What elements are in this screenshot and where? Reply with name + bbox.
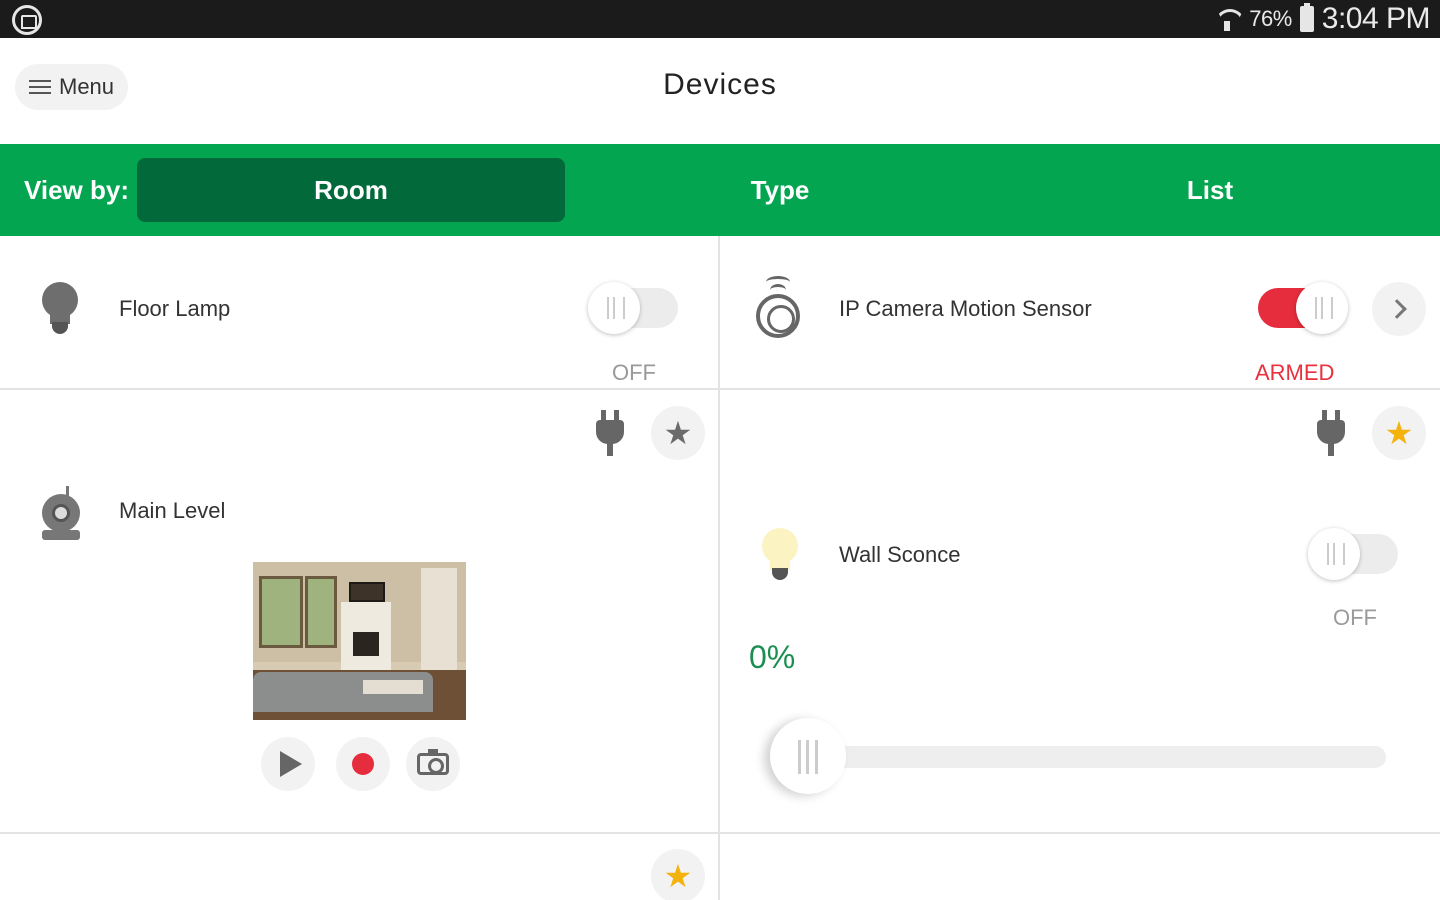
device-state: OFF — [612, 360, 656, 385]
row-divider — [0, 388, 718, 390]
floor-lamp-toggle[interactable] — [588, 282, 678, 334]
snapshot-button[interactable] — [406, 737, 460, 791]
plug-icon[interactable] — [594, 410, 626, 458]
dim-level: 0% — [749, 639, 796, 675]
view-by-label: View by: — [24, 175, 130, 205]
tab-list[interactable]: List — [995, 158, 1425, 222]
app-home-icon — [12, 5, 42, 35]
battery-percent: 76% — [1249, 6, 1292, 31]
play-button[interactable] — [261, 737, 315, 791]
motion-sensor-details-button[interactable] — [1372, 282, 1426, 336]
device-name: Wall Sconce — [839, 542, 961, 567]
row-divider — [0, 832, 718, 834]
bulb-icon — [760, 528, 800, 584]
device-name: IP Camera Motion Sensor — [839, 296, 1092, 321]
motion-sensor-icon — [754, 276, 804, 340]
record-icon — [352, 753, 374, 775]
dimmer-slider-handle[interactable] — [770, 718, 846, 794]
star-icon: ★ — [1384, 415, 1414, 451]
device-name: Main Level — [119, 498, 226, 523]
plug-icon[interactable] — [1315, 410, 1347, 458]
bulb-icon — [40, 282, 80, 338]
chevron-right-icon — [1386, 299, 1407, 319]
device-grid: Floor Lamp OFF IP Camera Motion Sensor A… — [0, 236, 1440, 900]
row-divider — [720, 388, 1440, 390]
tab-room[interactable]: Room — [137, 158, 565, 222]
motion-sensor-arm-toggle[interactable] — [1258, 282, 1348, 334]
camera-snapshot-thumbnail[interactable] — [253, 562, 466, 720]
status-bar: 76% 3:04 PM — [0, 0, 1440, 38]
status-bar-right: 76% 3:04 PM — [1213, 0, 1431, 38]
page-title: Devices — [663, 68, 777, 101]
device-state: ARMED — [1255, 360, 1335, 385]
device-name: Floor Lamp — [119, 296, 231, 321]
tab-type[interactable]: Type — [565, 158, 995, 222]
wall-sconce-toggle[interactable] — [1308, 528, 1398, 580]
device-state: OFF — [1333, 605, 1377, 630]
star-icon: ★ — [663, 415, 693, 451]
favorite-button[interactable]: ★ — [1372, 406, 1426, 460]
app-header: Menu Devices — [0, 38, 1440, 144]
favorite-button[interactable]: ★ — [651, 406, 705, 460]
column-divider — [718, 236, 720, 900]
battery-icon — [1299, 3, 1314, 32]
star-icon: ★ — [663, 858, 693, 894]
status-clock: 3:04 PM — [1321, 2, 1431, 35]
record-button[interactable] — [336, 737, 390, 791]
dimmer-slider-track[interactable] — [800, 746, 1386, 768]
favorite-button[interactable]: ★ — [651, 849, 705, 900]
row-divider — [720, 832, 1440, 834]
view-by-bar: View by: Room Type List — [0, 144, 1440, 236]
camera-snapshot-icon — [417, 749, 449, 775]
play-icon — [280, 751, 302, 777]
wifi-icon — [1213, 5, 1241, 33]
camera-icon — [40, 486, 82, 542]
